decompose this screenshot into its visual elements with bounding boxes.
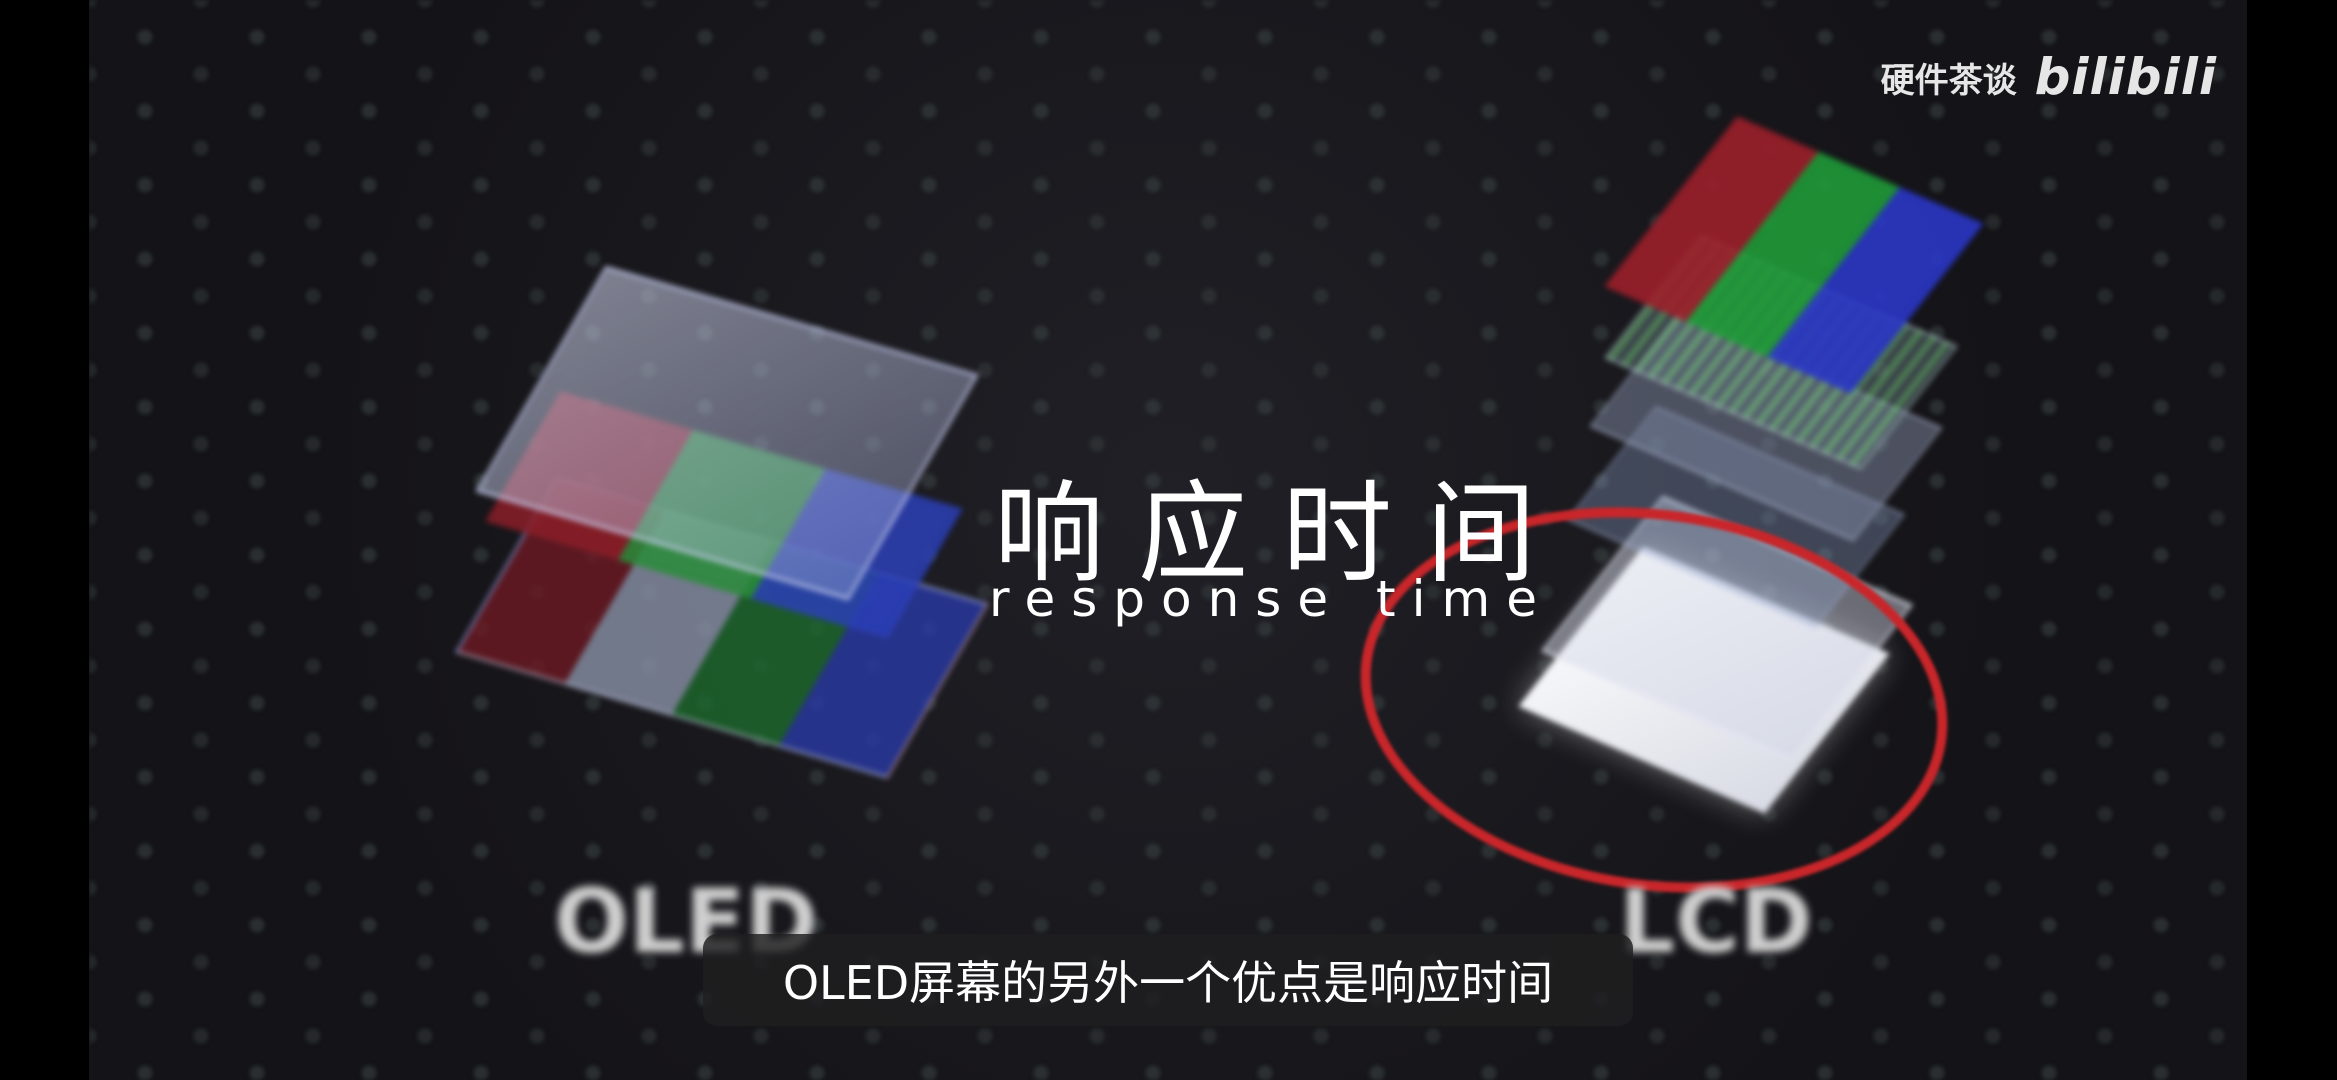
subtitle-box: OLED屏幕的另外一个优点是响应时间 — [703, 934, 1633, 1026]
lcd-label: LCD — [1619, 870, 1813, 973]
video-frame[interactable]: OLED LCD 响应时间 response time — [89, 0, 2247, 1080]
watermark-channel-name: 硬件茶谈 — [1880, 60, 2017, 101]
watermark: 硬件茶谈 bilibili — [1881, 48, 2217, 106]
bilibili-logo: bilibili — [2034, 48, 2217, 106]
subtitle-text: OLED屏幕的另外一个优点是响应时间 — [782, 956, 1554, 1010]
chapter-title-english: response time — [989, 570, 1553, 628]
oled-layer-stack — [429, 265, 1069, 780]
